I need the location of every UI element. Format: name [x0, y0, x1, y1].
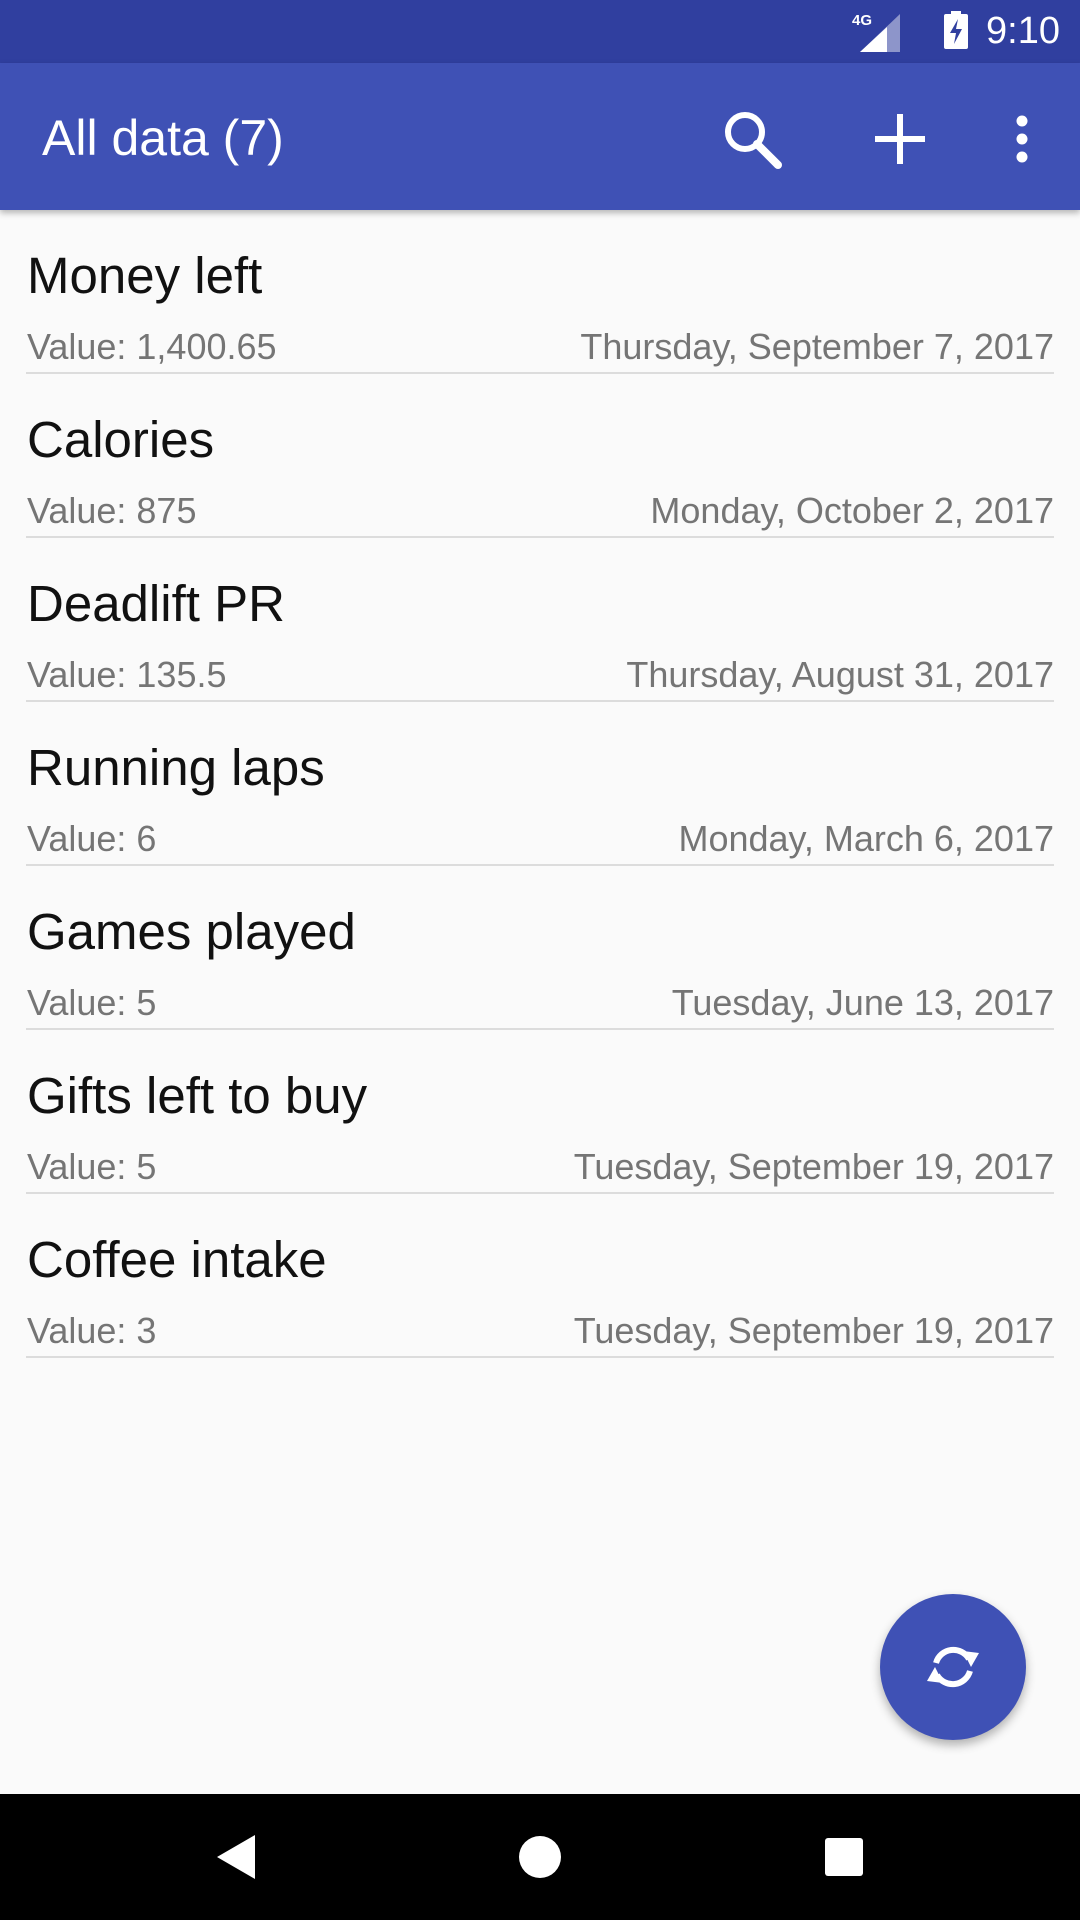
add-button[interactable]: [858, 97, 942, 181]
list-item[interactable]: Calories Value: 875 Monday, October 2, 2…: [26, 374, 1054, 538]
battery-charging-icon: [944, 11, 968, 49]
add-icon: [875, 114, 925, 164]
nav-back-button[interactable]: [206, 1827, 266, 1887]
overflow-menu-button[interactable]: [980, 97, 1064, 181]
list-item[interactable]: Coffee intake Value: 3 Tuesday, Septembe…: [26, 1194, 1054, 1358]
nav-recents-button[interactable]: [814, 1827, 874, 1887]
item-date: Tuesday, September 19, 2017: [573, 1146, 1054, 1187]
item-value: Value: 3: [27, 1310, 157, 1351]
network-type-label: 4G: [852, 12, 873, 29]
item-name: Running laps: [27, 739, 325, 796]
signal-group: 4G: [852, 12, 902, 52]
item-name: Coffee intake: [27, 1231, 327, 1288]
data-list: Money left Value: 1,400.65 Thursday, Sep…: [0, 210, 1080, 1358]
item-value: Value: 5: [27, 982, 157, 1023]
item-name: Calories: [27, 411, 215, 468]
item-date: Thursday, September 7, 2017: [580, 326, 1054, 367]
item-name: Deadlift PR: [27, 575, 285, 632]
search-icon: [725, 112, 782, 169]
recents-icon: [825, 1838, 863, 1876]
list-item[interactable]: Gifts left to buy Value: 5 Tuesday, Sept…: [26, 1030, 1054, 1194]
item-value: Value: 1,400.65: [27, 326, 277, 367]
back-icon: [217, 1835, 255, 1879]
item-value: Value: 5: [27, 1146, 157, 1187]
item-date: Tuesday, September 19, 2017: [573, 1310, 1054, 1351]
item-date: Monday, October 2, 2017: [650, 490, 1054, 531]
list-item[interactable]: Deadlift PR Value: 135.5 Thursday, Augus…: [26, 538, 1054, 702]
item-value: Value: 6: [27, 818, 157, 859]
page-title: All data (7): [42, 110, 284, 166]
item-date: Thursday, August 31, 2017: [626, 654, 1054, 695]
list-item[interactable]: Money left Value: 1,400.65 Thursday, Sep…: [26, 210, 1054, 374]
item-date: Monday, March 6, 2017: [678, 818, 1054, 859]
list-item[interactable]: Games played Value: 5 Tuesday, June 13, …: [26, 866, 1054, 1030]
item-name: Games played: [27, 903, 356, 960]
item-name: Gifts left to buy: [27, 1067, 368, 1124]
item-name: Money left: [27, 247, 263, 304]
item-value: Value: 135.5: [27, 654, 227, 695]
search-button[interactable]: [710, 97, 794, 181]
status-bar: 4G 9:10: [0, 0, 1080, 63]
item-date: Tuesday, June 13, 2017: [671, 982, 1054, 1023]
more-vert-icon: [1016, 115, 1028, 163]
nav-home-button[interactable]: [510, 1827, 570, 1887]
item-value: Value: 875: [27, 490, 197, 531]
system-nav-bar: [0, 1794, 1080, 1920]
home-icon: [519, 1836, 561, 1878]
sync-icon: [927, 1646, 979, 1688]
status-clock: 9:10: [986, 10, 1060, 52]
list-item[interactable]: Running laps Value: 6 Monday, March 6, 2…: [26, 702, 1054, 866]
app-bar: All data (7): [0, 63, 1080, 210]
sync-fab-button[interactable]: [880, 1594, 1026, 1740]
